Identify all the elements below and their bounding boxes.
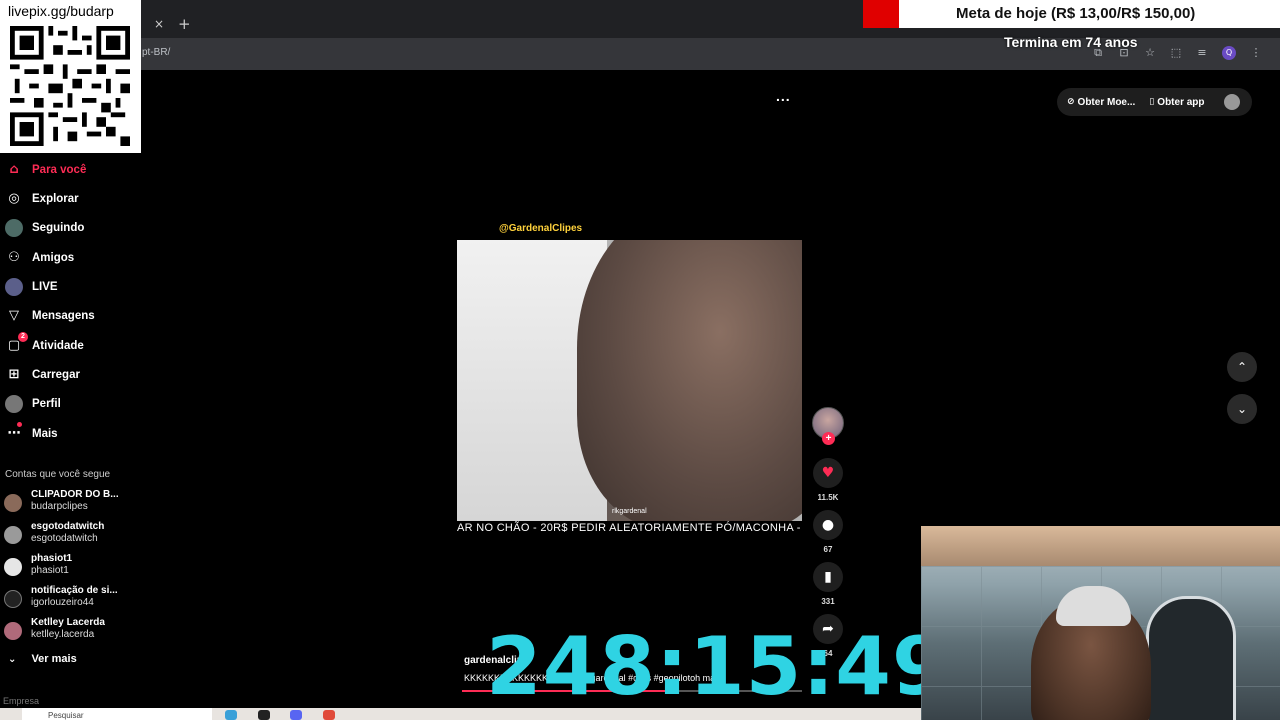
chrome-icon[interactable] [323, 710, 335, 720]
sidebar-item-label: Perfil [32, 398, 61, 410]
avatar [4, 622, 22, 640]
comment-button[interactable]: ● 67 [813, 510, 843, 554]
sidebar-item-label: Mais [32, 428, 58, 440]
coin-icon: ⊘ [1067, 97, 1075, 107]
bookmark-star-icon[interactable]: ☆ [1144, 46, 1156, 60]
avatar [4, 558, 22, 576]
bookmark-icon: ▮ [813, 562, 843, 592]
account-name: notificação de si... [31, 585, 118, 596]
header-actions: ⊘ Obter Moe... ▯ Obter app [1057, 88, 1252, 116]
upload-icon: ⊞ [8, 367, 20, 382]
browser-menu-icon[interactable]: ⋮ [1250, 46, 1262, 60]
gaming-chair [1146, 596, 1236, 720]
see-more-button[interactable]: ⌄ Ver mais [8, 653, 77, 665]
follow-plus-icon[interactable]: + [822, 432, 835, 445]
account-handle: igorlouzeiro44 [31, 597, 94, 608]
video-caption-strip: AR NO CHÃO - 20R$ PEDIR ALEATORIAMENTE P… [457, 522, 801, 534]
phone-icon: ▯ [1149, 97, 1155, 107]
sidebar-item-label: Para você [32, 164, 87, 176]
save-button[interactable]: ▮ 331 [813, 562, 843, 606]
chevron-up-icon: ⌃ [1236, 360, 1248, 374]
sidebar-item-label: LIVE [32, 281, 58, 293]
like-button[interactable]: ♥ 11.5K [813, 458, 843, 502]
account-name: esgotodatwitch [31, 521, 105, 532]
footer-company-link[interactable]: Empresa [3, 696, 39, 706]
more-icon: ⋯ [7, 426, 21, 441]
account-handle: phasiot1 [31, 565, 69, 576]
goal-text: Meta de hoje (R$ 13,00/R$ 150,00) [956, 5, 1196, 22]
account-name: phasiot1 [31, 553, 73, 564]
comment-count: 67 [823, 545, 833, 554]
compass-icon: ◎ [8, 191, 20, 206]
taskbar-app-icon[interactable] [290, 710, 302, 720]
bell-icon [4, 590, 22, 608]
avatar-icon [5, 219, 23, 237]
notification-dot [17, 422, 22, 427]
more-options-icon[interactable]: ... [776, 88, 791, 104]
sidebar-item-label: Atividade [32, 340, 84, 352]
chevron-down-icon: ⌄ [1236, 402, 1248, 416]
heart-icon: ♥ [813, 458, 843, 488]
avatar-icon [5, 278, 23, 296]
video-watermark: rlkgardenal [612, 508, 647, 515]
url-text[interactable]: pt-BR/ [142, 47, 170, 58]
notification-badge: 2 [18, 332, 28, 342]
get-app-label: Obter app [1157, 96, 1205, 108]
see-more-label: Ver mais [31, 653, 77, 665]
user-avatar[interactable] [1224, 94, 1240, 110]
home-icon: ⌂ [9, 162, 19, 177]
account-name: Ketlley Lacerda [31, 617, 105, 628]
taskbar-search-placeholder: Pesquisar [48, 711, 84, 720]
video-overlay-handle: @GardenalClipes [499, 223, 583, 234]
video-subject [577, 240, 802, 521]
sidebar-item-label: Amigos [32, 252, 75, 264]
sidebar-item-label: Carregar [32, 369, 80, 381]
profile-icon[interactable]: Q [1222, 46, 1236, 60]
next-video-button[interactable]: ⌄ [1227, 394, 1257, 424]
following-section-title: Contas que você segue [5, 469, 111, 480]
avatar [4, 494, 22, 512]
send-icon: ▽ [9, 308, 19, 323]
extensions-icon[interactable]: ⬚ [1170, 46, 1182, 60]
like-count: 11.5K [817, 493, 839, 502]
save-count: 331 [821, 597, 835, 606]
sidebar-item-label: Mensagens [32, 310, 95, 322]
goal-accent-block [863, 0, 899, 28]
friends-icon: ⚇ [8, 250, 20, 265]
sidebar-item-label: Seguindo [32, 222, 85, 234]
taskbar-search[interactable]: Pesquisar [22, 708, 212, 720]
taskbar-app-icon[interactable] [258, 710, 270, 720]
avatar-icon [5, 395, 23, 413]
account-handle: ketlley.lacerda [31, 629, 95, 640]
chevron-down-icon: ⌄ [8, 654, 17, 665]
new-tab-icon[interactable]: + [178, 15, 191, 33]
get-coins-button[interactable]: ⊘ Obter Moe... [1067, 97, 1135, 108]
get-app-button[interactable]: ▯ Obter app [1149, 97, 1204, 108]
account-handle: budarpclipes [31, 501, 88, 512]
stream-timer: 248:15:49 [486, 620, 949, 713]
sidebar-item-label: Explorar [32, 193, 79, 205]
donation-url: livepix.gg/budarp [8, 3, 114, 19]
close-tab-icon[interactable]: × [154, 17, 164, 31]
reading-list-icon[interactable]: ≡ [1196, 46, 1208, 60]
account-handle: esgotodatwitch [31, 533, 98, 544]
webcam-ceiling [921, 526, 1280, 566]
comment-icon: ● [813, 510, 843, 540]
goal-deadline: Termina em 74 anos [1004, 34, 1138, 50]
avatar [4, 526, 22, 544]
qr-code [10, 26, 130, 146]
get-coins-label: Obter Moe... [1077, 96, 1136, 108]
video-player[interactable]: rlkgardenal [457, 240, 802, 521]
donation-qr-panel: livepix.gg/budarp [0, 0, 141, 153]
taskbar-app-icon[interactable] [225, 710, 237, 720]
webcam-feed [921, 526, 1280, 720]
previous-video-button[interactable]: ⌃ [1227, 352, 1257, 382]
account-name: CLIPADOR DO B... [31, 489, 119, 500]
